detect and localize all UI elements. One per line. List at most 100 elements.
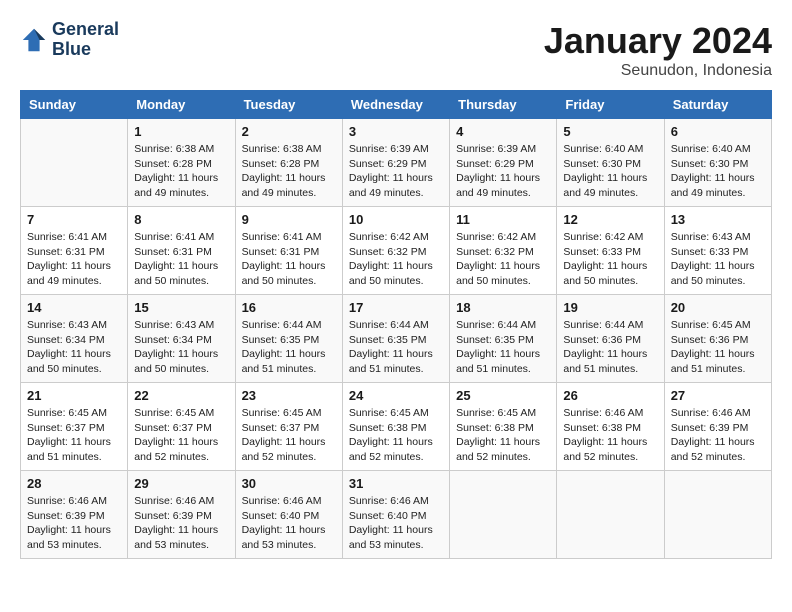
day-info: Sunrise: 6:41 AMSunset: 6:31 PMDaylight:… [134, 230, 228, 289]
header-monday: Monday [128, 91, 235, 119]
day-number: 12 [563, 212, 657, 227]
header-wednesday: Wednesday [342, 91, 449, 119]
logo-text: General Blue [52, 20, 119, 60]
day-number: 9 [242, 212, 336, 227]
header-sunday: Sunday [21, 91, 128, 119]
day-number: 22 [134, 388, 228, 403]
calendar-cell: 25 Sunrise: 6:45 AMSunset: 6:38 PMDayligh… [450, 383, 557, 471]
day-number: 26 [563, 388, 657, 403]
day-number: 5 [563, 124, 657, 139]
day-info: Sunrise: 6:45 AMSunset: 6:38 PMDaylight:… [456, 406, 550, 465]
day-info: Sunrise: 6:39 AMSunset: 6:29 PMDaylight:… [349, 142, 443, 201]
day-number: 31 [349, 476, 443, 491]
day-number: 16 [242, 300, 336, 315]
day-number: 20 [671, 300, 765, 315]
day-number: 11 [456, 212, 550, 227]
day-info: Sunrise: 6:46 AMSunset: 6:40 PMDaylight:… [349, 494, 443, 553]
calendar-cell: 1Sunrise: 6:38 AMSunset: 6:28 PMDaylight… [128, 119, 235, 207]
calendar-subtitle: Seunudon, Indonesia [544, 62, 772, 80]
calendar-cell: 3 Sunrise: 6:39 AMSunset: 6:29 PMDaylight… [342, 119, 449, 207]
day-number: 17 [349, 300, 443, 315]
day-number: 10 [349, 212, 443, 227]
calendar-cell: 19Sunrise: 6:44 AMSunset: 6:36 PMDayligh… [557, 295, 664, 383]
day-info: Sunrise: 6:46 AMSunset: 6:40 PMDaylight:… [242, 494, 336, 553]
calendar-cell: 23 Sunrise: 6:45 AMSunset: 6:37 PMDayligh… [235, 383, 342, 471]
week-row-2: 7 Sunrise: 6:41 AMSunset: 6:31 PMDaylight… [21, 207, 772, 295]
title-block: January 2024 Seunudon, Indonesia [544, 20, 772, 80]
calendar-cell: 17 Sunrise: 6:44 AMSunset: 6:35 PMDayligh… [342, 295, 449, 383]
day-info: Sunrise: 6:41 AMSunset: 6:31 PMDaylight:… [242, 230, 336, 289]
logo-icon [20, 26, 48, 54]
day-info: Sunrise: 6:42 AMSunset: 6:32 PMDaylight:… [456, 230, 550, 289]
header-row: SundayMondayTuesdayWednesdayThursdayFrid… [21, 91, 772, 119]
day-number: 15 [134, 300, 228, 315]
day-info: Sunrise: 6:43 AMSunset: 6:34 PMDaylight:… [134, 318, 228, 377]
day-number: 19 [563, 300, 657, 315]
day-info: Sunrise: 6:45 AMSunset: 6:36 PMDaylight:… [671, 318, 765, 377]
calendar-cell: 26Sunrise: 6:46 AMSunset: 6:38 PMDayligh… [557, 383, 664, 471]
calendar-cell [664, 471, 771, 559]
header-friday: Friday [557, 91, 664, 119]
week-row-1: 1Sunrise: 6:38 AMSunset: 6:28 PMDaylight… [21, 119, 772, 207]
day-info: Sunrise: 6:43 AMSunset: 6:34 PMDaylight:… [27, 318, 121, 377]
header-saturday: Saturday [664, 91, 771, 119]
day-info: Sunrise: 6:46 AMSunset: 6:39 PMDaylight:… [134, 494, 228, 553]
day-info: Sunrise: 6:46 AMSunset: 6:39 PMDaylight:… [27, 494, 121, 553]
calendar-cell: 9 Sunrise: 6:41 AMSunset: 6:31 PMDaylight… [235, 207, 342, 295]
day-number: 8 [134, 212, 228, 227]
day-number: 14 [27, 300, 121, 315]
calendar-cell: 6 Sunrise: 6:40 AMSunset: 6:30 PMDaylight… [664, 119, 771, 207]
day-number: 6 [671, 124, 765, 139]
day-info: Sunrise: 6:45 AMSunset: 6:37 PMDaylight:… [242, 406, 336, 465]
day-info: Sunrise: 6:44 AMSunset: 6:35 PMDaylight:… [456, 318, 550, 377]
day-info: Sunrise: 6:40 AMSunset: 6:30 PMDaylight:… [671, 142, 765, 201]
calendar-cell: 27Sunrise: 6:46 AMSunset: 6:39 PMDayligh… [664, 383, 771, 471]
day-number: 28 [27, 476, 121, 491]
calendar-cell: 2 Sunrise: 6:38 AMSunset: 6:28 PMDaylight… [235, 119, 342, 207]
calendar-cell: 11 Sunrise: 6:42 AMSunset: 6:32 PMDayligh… [450, 207, 557, 295]
day-info: Sunrise: 6:45 AMSunset: 6:38 PMDaylight:… [349, 406, 443, 465]
calendar-cell [450, 471, 557, 559]
calendar-cell: 31 Sunrise: 6:46 AMSunset: 6:40 PMDayligh… [342, 471, 449, 559]
week-row-5: 28 Sunrise: 6:46 AMSunset: 6:39 PMDayligh… [21, 471, 772, 559]
calendar-cell: 12 Sunrise: 6:42 AMSunset: 6:33 PMDayligh… [557, 207, 664, 295]
calendar-cell: 10Sunrise: 6:42 AMSunset: 6:32 PMDayligh… [342, 207, 449, 295]
calendar-cell: 29 Sunrise: 6:46 AMSunset: 6:39 PMDayligh… [128, 471, 235, 559]
day-info: Sunrise: 6:43 AMSunset: 6:33 PMDaylight:… [671, 230, 765, 289]
calendar-cell: 30 Sunrise: 6:46 AMSunset: 6:40 PMDayligh… [235, 471, 342, 559]
calendar-cell [557, 471, 664, 559]
day-number: 25 [456, 388, 550, 403]
day-info: Sunrise: 6:45 AMSunset: 6:37 PMDaylight:… [27, 406, 121, 465]
header-thursday: Thursday [450, 91, 557, 119]
header-tuesday: Tuesday [235, 91, 342, 119]
day-number: 30 [242, 476, 336, 491]
week-row-3: 14 Sunrise: 6:43 AMSunset: 6:34 PMDayligh… [21, 295, 772, 383]
calendar-cell: 5 Sunrise: 6:40 AMSunset: 6:30 PMDaylight… [557, 119, 664, 207]
day-number: 4 [456, 124, 550, 139]
calendar-cell: 15 Sunrise: 6:43 AMSunset: 6:34 PMDayligh… [128, 295, 235, 383]
day-info: Sunrise: 6:42 AMSunset: 6:33 PMDaylight:… [563, 230, 657, 289]
calendar-cell: 8 Sunrise: 6:41 AMSunset: 6:31 PMDaylight… [128, 207, 235, 295]
day-info: Sunrise: 6:44 AMSunset: 6:35 PMDaylight:… [349, 318, 443, 377]
day-info: Sunrise: 6:38 AMSunset: 6:28 PMDaylight:… [242, 142, 336, 201]
day-info: Sunrise: 6:40 AMSunset: 6:30 PMDaylight:… [563, 142, 657, 201]
day-number: 3 [349, 124, 443, 139]
day-number: 2 [242, 124, 336, 139]
calendar-cell: 22Sunrise: 6:45 AMSunset: 6:37 PMDayligh… [128, 383, 235, 471]
page-header: General Blue January 2024 Seunudon, Indo… [20, 20, 772, 80]
calendar-cell: 4 Sunrise: 6:39 AMSunset: 6:29 PMDaylight… [450, 119, 557, 207]
day-number: 23 [242, 388, 336, 403]
day-info: Sunrise: 6:44 AMSunset: 6:35 PMDaylight:… [242, 318, 336, 377]
day-info: Sunrise: 6:39 AMSunset: 6:29 PMDaylight:… [456, 142, 550, 201]
calendar-cell [21, 119, 128, 207]
calendar-cell: 7 Sunrise: 6:41 AMSunset: 6:31 PMDaylight… [21, 207, 128, 295]
day-number: 29 [134, 476, 228, 491]
calendar-cell: 20 Sunrise: 6:45 AMSunset: 6:36 PMDayligh… [664, 295, 771, 383]
day-number: 7 [27, 212, 121, 227]
day-number: 21 [27, 388, 121, 403]
calendar-title: January 2024 [544, 20, 772, 62]
day-number: 18 [456, 300, 550, 315]
day-info: Sunrise: 6:41 AMSunset: 6:31 PMDaylight:… [27, 230, 121, 289]
logo: General Blue [20, 20, 119, 60]
day-info: Sunrise: 6:38 AMSunset: 6:28 PMDaylight:… [134, 142, 228, 201]
